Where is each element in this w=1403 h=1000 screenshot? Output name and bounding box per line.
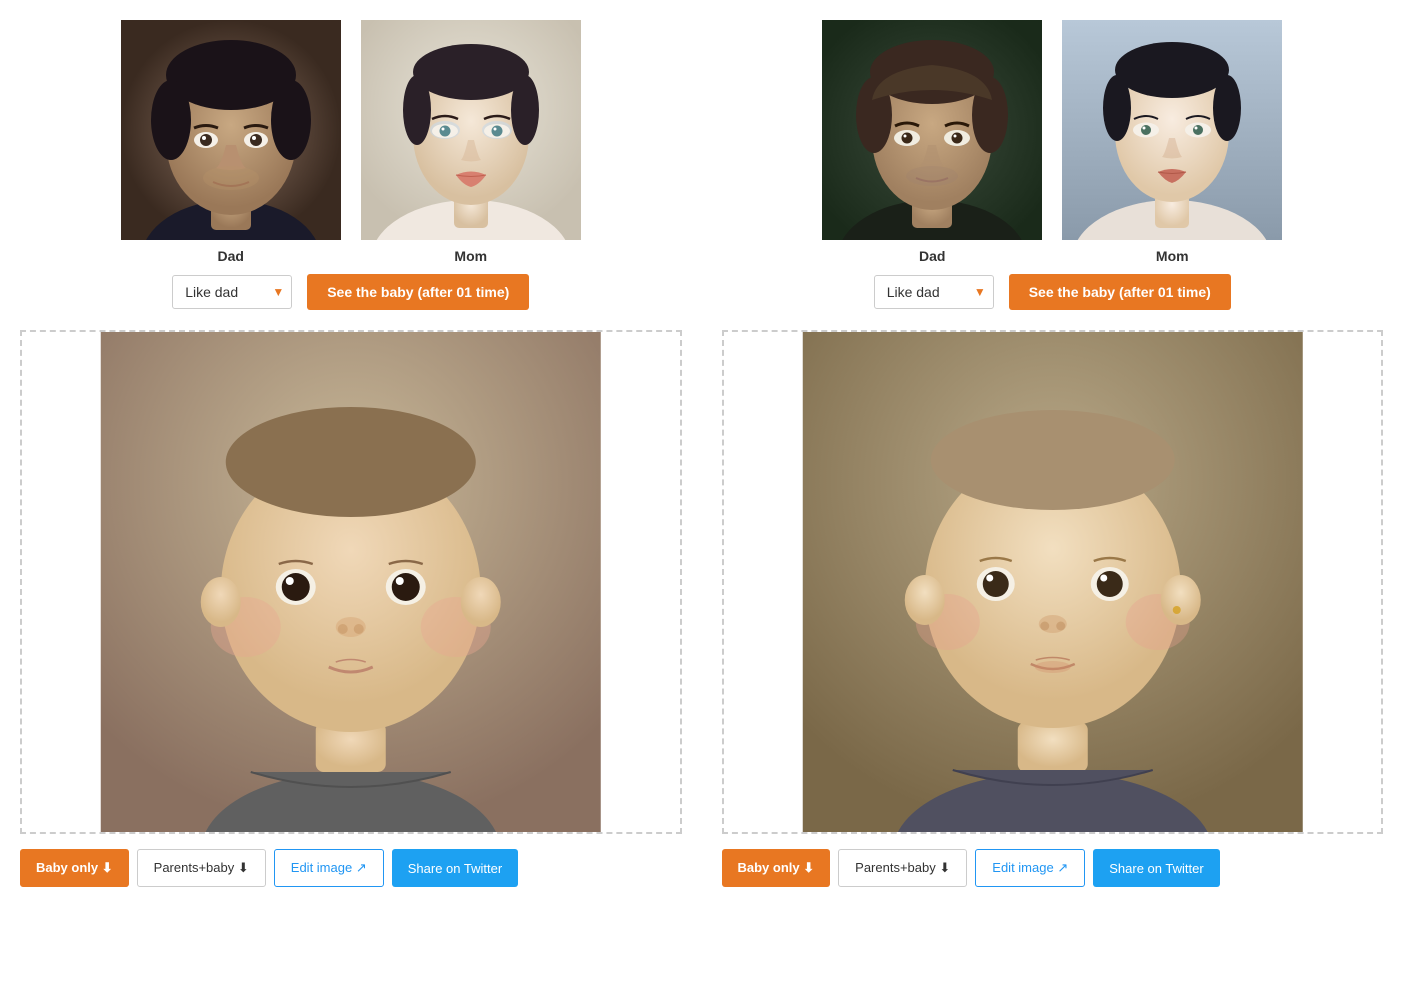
pair2-edit-button[interactable]: Edit image ↗ — [975, 849, 1085, 887]
pair1-see-baby-label: See the baby (after — [327, 284, 456, 300]
pair1-resemblance-select[interactable]: Like dad Like mom Mix — [172, 275, 292, 309]
pair1-parents-baby-button[interactable]: Parents+baby ⬇ — [137, 849, 266, 887]
pair1-parents-baby-label: Parents+baby — [154, 860, 235, 875]
pair1-download-icon: ⬇ — [102, 860, 113, 875]
pair2-baby-only-label: Baby only — [738, 860, 800, 875]
pair2-mom-box: Mom — [1062, 20, 1282, 264]
pair2-see-baby-count: 01 — [1158, 284, 1174, 300]
pair1-dad-photo — [121, 20, 341, 240]
pair1-mom-photo — [361, 20, 581, 240]
pair2-dad-box: Dad — [822, 20, 1042, 264]
pair2-see-baby-button[interactable]: See the baby (after 01 time) — [1009, 274, 1231, 310]
pair1-twitter-label: Share on Twitter — [408, 861, 502, 876]
pair1-dad-label: Dad — [218, 248, 244, 264]
pair1-see-baby-button[interactable]: See the baby (after 01 time) — [307, 274, 529, 310]
pair1-mom-box: Mom — [361, 20, 581, 264]
pair1-baby-only-button[interactable]: Baby only ⬇ — [20, 849, 129, 887]
pair2-select-wrapper: Like dad Like mom Mix ▼ — [874, 275, 994, 309]
pair1-baby-result — [20, 330, 682, 834]
pair1-mom-label: Mom — [454, 248, 487, 264]
pair2-download-icon: ⬇ — [803, 860, 814, 875]
pair2-action-buttons: Baby only ⬇ Parents+baby ⬇ Edit image ↗ … — [722, 849, 1384, 887]
pair2-edit-icon: ↗ — [1057, 860, 1068, 875]
pair2-controls: Like dad Like mom Mix ▼ See the baby (af… — [722, 274, 1384, 310]
pair2-parents-download-icon: ⬇ — [939, 860, 950, 875]
pair2-parents-baby-button[interactable]: Parents+baby ⬇ — [838, 849, 967, 887]
pair2-mom-photo — [1062, 20, 1282, 240]
pair2-resemblance-select[interactable]: Like dad Like mom Mix — [874, 275, 994, 309]
pair1-edit-label: Edit image — [291, 860, 352, 875]
pair1-action-buttons: Baby only ⬇ Parents+baby ⬇ Edit image ↗ … — [20, 849, 682, 887]
pair1-controls: Like dad Like mom Mix ▼ See the baby (af… — [20, 274, 682, 310]
pair2-dad-label: Dad — [919, 248, 945, 264]
pair2-edit-label: Edit image — [992, 860, 1053, 875]
pair1-select-wrapper: Like dad Like mom Mix ▼ — [172, 275, 292, 309]
pair1-section: Dad — [20, 20, 682, 887]
pair1-see-baby-count: 01 — [456, 284, 472, 300]
pair2-see-baby-suffix: time) — [1173, 284, 1210, 300]
pair1-parents-download-icon: ⬇ — [238, 860, 249, 875]
pair2-parents-row: Dad — [722, 20, 1384, 264]
pair1-see-baby-suffix: time) — [472, 284, 509, 300]
pair1-baby-only-label: Baby only — [36, 860, 98, 875]
main-container: Dad — [20, 20, 1383, 887]
pair2-parents-baby-label: Parents+baby — [855, 860, 936, 875]
pair2-baby-only-button[interactable]: Baby only ⬇ — [722, 849, 831, 887]
pair1-twitter-button[interactable]: Share on Twitter — [392, 849, 518, 887]
pair2-dad-photo — [822, 20, 1042, 240]
pair2-twitter-button[interactable]: Share on Twitter — [1093, 849, 1219, 887]
pair1-edit-button[interactable]: Edit image ↗ — [274, 849, 384, 887]
pair2-mom-label: Mom — [1156, 248, 1189, 264]
pair2-baby-result — [722, 330, 1384, 834]
pair1-parents-row: Dad — [20, 20, 682, 264]
pair1-edit-icon: ↗ — [356, 860, 367, 875]
pair2-section: Dad — [722, 20, 1384, 887]
pair2-twitter-label: Share on Twitter — [1109, 861, 1203, 876]
pair1-dad-box: Dad — [121, 20, 341, 264]
pair2-see-baby-label: See the baby (after — [1029, 284, 1158, 300]
